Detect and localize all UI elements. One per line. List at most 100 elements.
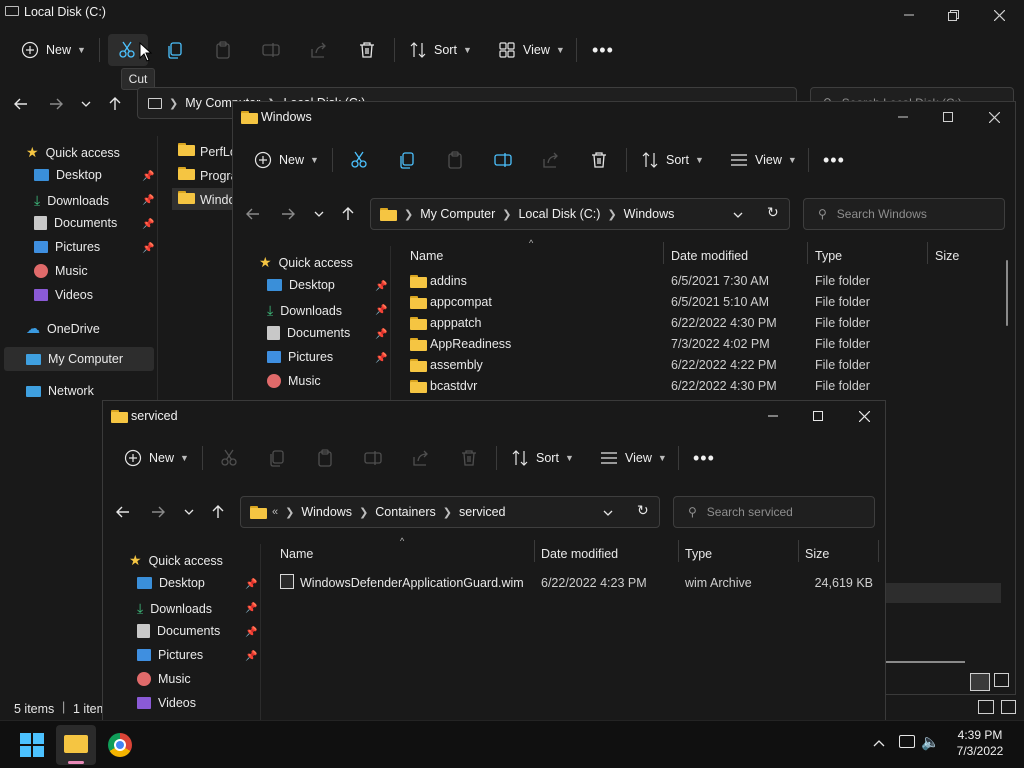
- share-button[interactable]: [411, 448, 431, 468]
- recent-locations-button[interactable]: [307, 202, 331, 226]
- nav-downloads[interactable]: ⤓ Downloads: [137, 600, 212, 617]
- up-button[interactable]: [336, 202, 360, 226]
- nav-pictures[interactable]: Pictures: [137, 648, 203, 662]
- breadcrumb-windows[interactable]: Windows: [301, 505, 352, 519]
- network-icon[interactable]: [899, 735, 915, 748]
- paste-button[interactable]: [213, 40, 233, 60]
- table-row[interactable]: AppReadiness 7/3/2022 4:02 PM File folder: [410, 337, 990, 358]
- breadcrumb-overflow[interactable]: «: [272, 506, 278, 518]
- nav-desktop[interactable]: Desktop: [137, 576, 205, 590]
- new-button[interactable]: New ▼: [123, 448, 189, 468]
- column-header-name[interactable]: Name: [410, 249, 443, 263]
- nav-quick-access[interactable]: ★ Quick access: [26, 144, 120, 161]
- recent-locations-button[interactable]: [74, 92, 98, 116]
- more-options-button[interactable]: •••: [823, 150, 845, 171]
- close-button[interactable]: [971, 102, 1015, 132]
- vertical-scrollbar[interactable]: [1006, 260, 1008, 326]
- copy-button[interactable]: [397, 150, 417, 170]
- address-bar[interactable]: « ❯ Windows ❯ Containers ❯ serviced ↻: [240, 496, 660, 528]
- nav-documents[interactable]: Documents: [137, 624, 220, 638]
- new-button[interactable]: New ▼: [253, 150, 319, 170]
- taskbar-file-explorer[interactable]: [56, 725, 96, 765]
- paste-button[interactable]: [315, 448, 335, 468]
- delete-button[interactable]: [459, 448, 479, 468]
- maximize-button[interactable]: [795, 401, 841, 431]
- search-box[interactable]: ⚲ Search Windows: [803, 198, 1005, 230]
- breadcrumb-containers[interactable]: Containers: [375, 505, 435, 519]
- address-bar[interactable]: ❯ My Computer ❯ Local Disk (C:) ❯ Window…: [370, 198, 790, 230]
- sort-button[interactable]: Sort ▼: [510, 448, 574, 468]
- address-dropdown-icon[interactable]: [603, 505, 613, 519]
- delete-button[interactable]: [589, 150, 609, 170]
- delete-button[interactable]: [357, 40, 377, 60]
- details-view-icon[interactable]: [970, 673, 990, 691]
- nav-documents[interactable]: Documents: [267, 326, 350, 340]
- title-bar[interactable]: Windows: [233, 102, 1015, 132]
- column-divider[interactable]: [663, 242, 664, 264]
- refresh-icon[interactable]: ↻: [767, 204, 779, 221]
- show-hidden-icons-chevron-icon[interactable]: [873, 736, 885, 750]
- new-button[interactable]: New ▼: [20, 40, 86, 60]
- nav-my-computer[interactable]: My Computer: [26, 352, 123, 366]
- column-divider[interactable]: [927, 242, 928, 264]
- column-header-date[interactable]: Date modified: [541, 547, 618, 561]
- start-button[interactable]: [20, 733, 44, 757]
- column-header-size[interactable]: Size: [805, 547, 829, 561]
- column-header-date[interactable]: Date modified: [671, 249, 748, 263]
- rename-button[interactable]: [493, 150, 513, 170]
- breadcrumb-windows[interactable]: Windows: [624, 207, 675, 221]
- more-options-button[interactable]: •••: [592, 40, 614, 61]
- nav-pictures[interactable]: Pictures: [34, 240, 100, 254]
- breadcrumb-local-disk[interactable]: Local Disk (C:): [518, 207, 600, 221]
- column-header-size[interactable]: Size: [935, 249, 959, 263]
- recent-locations-button[interactable]: [177, 500, 201, 524]
- up-button[interactable]: [103, 92, 127, 116]
- rename-button[interactable]: [363, 448, 383, 468]
- close-button[interactable]: [841, 401, 885, 431]
- forward-button[interactable]: [276, 202, 300, 226]
- clock[interactable]: 4:39 PM 7/3/2022: [948, 727, 1012, 759]
- cut-button[interactable]: [349, 150, 369, 170]
- minimize-button[interactable]: [750, 401, 796, 431]
- nav-quick-access[interactable]: ★ Quick access: [129, 552, 223, 569]
- paste-button[interactable]: [445, 150, 465, 170]
- forward-button[interactable]: [146, 500, 170, 524]
- nav-music[interactable]: Music: [137, 672, 191, 686]
- column-divider[interactable]: [798, 540, 799, 562]
- cut-button[interactable]: [117, 40, 137, 60]
- nav-desktop[interactable]: Desktop: [34, 168, 102, 182]
- column-divider[interactable]: [878, 540, 879, 562]
- column-header-name[interactable]: Name: [280, 547, 313, 561]
- column-divider[interactable]: [534, 540, 535, 562]
- copy-button[interactable]: [267, 448, 287, 468]
- view-button[interactable]: View ▼: [729, 150, 797, 170]
- volume-icon[interactable]: 🔈: [921, 733, 940, 751]
- copy-button[interactable]: [165, 40, 185, 60]
- view-button[interactable]: View ▼: [599, 448, 667, 468]
- nav-downloads[interactable]: ⤓ Downloads: [34, 192, 109, 209]
- breadcrumb-serviced[interactable]: serviced: [459, 505, 506, 519]
- back-button[interactable]: [241, 202, 265, 226]
- share-button[interactable]: [541, 150, 561, 170]
- column-header-type[interactable]: Type: [815, 249, 842, 263]
- maximize-button[interactable]: [925, 102, 971, 132]
- view-button[interactable]: View ▼: [497, 40, 565, 60]
- nav-downloads[interactable]: ⤓ Downloads: [267, 302, 342, 319]
- column-divider[interactable]: [807, 242, 808, 264]
- nav-documents[interactable]: Documents: [34, 216, 117, 230]
- back-button[interactable]: [9, 92, 33, 116]
- nav-videos[interactable]: Videos: [137, 696, 196, 710]
- sort-button[interactable]: Sort ▼: [408, 40, 472, 60]
- sort-button[interactable]: Sort ▼: [640, 150, 704, 170]
- tiles-view-icon[interactable]: [994, 673, 1009, 687]
- forward-button[interactable]: [44, 92, 68, 116]
- more-options-button[interactable]: •••: [693, 448, 715, 469]
- table-row[interactable]: WindowsDefenderApplicationGuard.wim 6/22…: [280, 574, 880, 597]
- column-divider[interactable]: [678, 540, 679, 562]
- nav-onedrive[interactable]: ☁ OneDrive: [26, 320, 100, 337]
- table-row[interactable]: appcompat 6/5/2021 5:10 AM File folder: [410, 295, 990, 316]
- table-row[interactable]: addins 6/5/2021 7:30 AM File folder: [410, 274, 990, 295]
- up-button[interactable]: [206, 500, 230, 524]
- nav-videos[interactable]: Videos: [34, 288, 93, 302]
- cut-button[interactable]: [219, 448, 239, 468]
